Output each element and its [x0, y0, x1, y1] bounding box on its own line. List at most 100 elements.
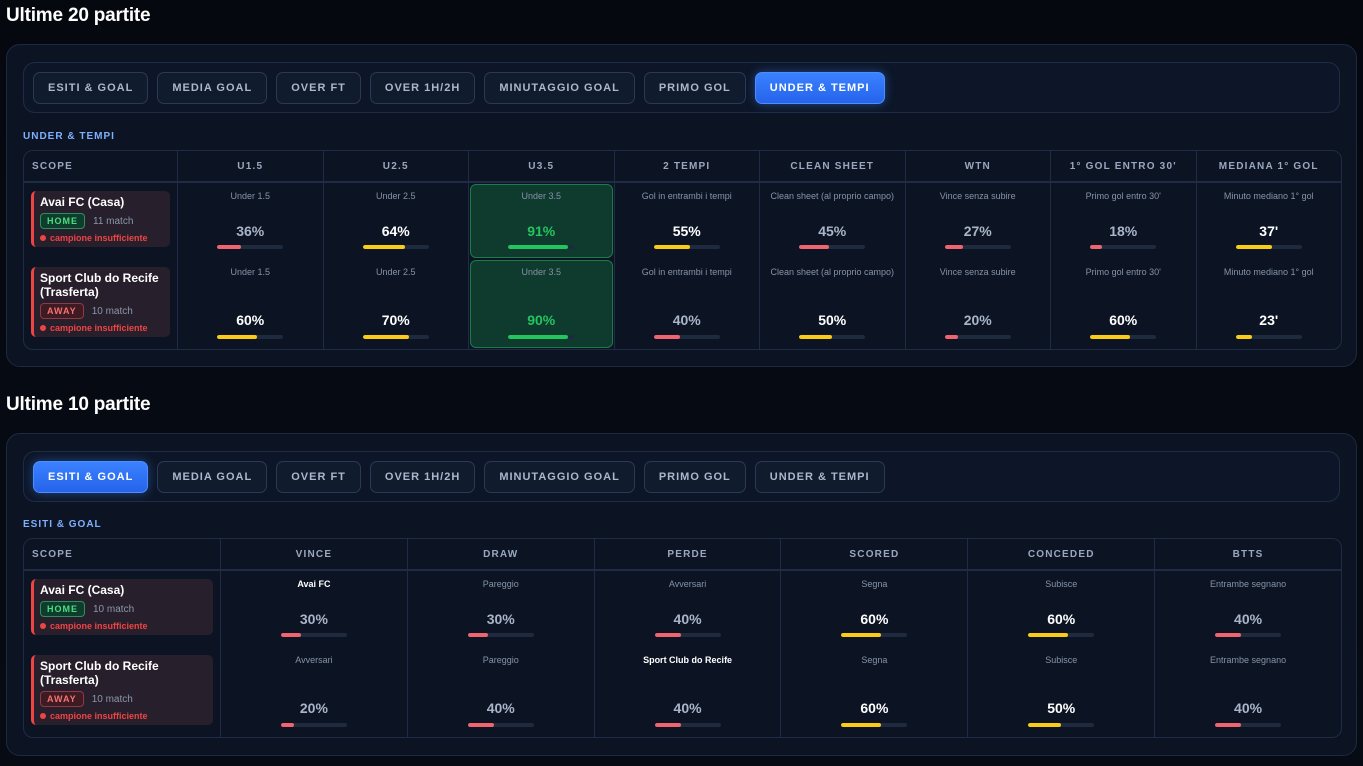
stat-cell: Under 1.5 36%	[177, 182, 323, 259]
stat-cell-content: Entrambe segnano 40%	[1155, 571, 1341, 647]
team-name: Sport Club do Recife (Trasferta)	[40, 271, 159, 299]
tab-esiti-goal[interactable]: ESITI & GOAL	[33, 460, 149, 493]
progress-bar	[1028, 723, 1095, 727]
table-row: Sport Club do Recife (Trasferta) AWAY 10 m…	[24, 259, 1341, 349]
progress-bar-fill	[944, 335, 958, 339]
stat-cell: Gol in entrambi i tempi 55%	[613, 182, 759, 259]
stat-cell-content: Under 1.5 36%	[178, 183, 323, 259]
stat-cell-content: Clean sheet (al proprio campo) 45%	[760, 183, 905, 259]
progress-bar	[1090, 245, 1157, 249]
column-header-draw: DRAW	[406, 539, 594, 570]
stat-label: Pareggio	[482, 655, 519, 665]
stat-value: 50%	[1047, 700, 1076, 716]
stat-label: Gol in entrambi i tempi	[641, 191, 732, 201]
progress-bar	[1028, 633, 1095, 637]
tab-under-tempi[interactable]: UNDER & TEMPI	[754, 71, 885, 104]
stat-label: Minuto mediano 1° gol	[1223, 191, 1314, 201]
tab-over-ft[interactable]: OVER FT	[276, 460, 361, 493]
tab-over-1h-2h[interactable]: OVER 1H/2H	[369, 460, 476, 493]
progress-bar	[1215, 723, 1282, 727]
stat-label: Clean sheet (al proprio campo)	[770, 267, 895, 277]
tab-primo-gol[interactable]: PRIMO GOL	[643, 71, 746, 104]
stat-cell: Clean sheet (al proprio campo) 45%	[759, 182, 905, 259]
progress-bar-fill	[1235, 245, 1273, 249]
stat-cell: Segna 60%	[780, 570, 968, 647]
stat-cell: Gol in entrambi i tempi 40%	[613, 259, 760, 349]
team-name: Sport Club do Recife (Trasferta)	[40, 659, 159, 687]
warning-dot-icon	[40, 325, 46, 331]
tab-media-goal[interactable]: MEDIA GOAL	[157, 71, 268, 104]
progress-bar-fill	[217, 335, 257, 339]
stat-cell: Vince senza subire 20%	[904, 259, 1051, 349]
tab-minutaggio-goal[interactable]: MINUTAGGIO GOAL	[484, 460, 635, 493]
stat-cell-content: Subisce 60%	[968, 571, 1154, 647]
progress-bar-fill	[799, 335, 833, 339]
tabbar-last-10: ESITI & GOAL MEDIA GOAL OVER FT OVER 1H/2H M…	[23, 451, 1340, 502]
stat-value: 70%	[381, 312, 410, 328]
team-name: Avai FC (Casa)	[40, 583, 125, 597]
stat-value: 64%	[381, 223, 410, 239]
stat-value: 90%	[527, 312, 556, 328]
tab-under-tempi[interactable]: UNDER & TEMPI	[754, 460, 885, 493]
table-row: Avai FC (Casa) HOME 10 match campione insuf…	[24, 570, 1341, 647]
tabbar-last-20: ESITI & GOAL MEDIA GOAL OVER FT OVER 1H/2H M…	[23, 62, 1340, 113]
section-title-last-20: Ultime 20 partite	[6, 5, 151, 26]
team-card[interactable]: Sport Club do Recife (Trasferta) AWAY 10 m…	[31, 267, 170, 337]
stat-label: Under 1.5	[230, 191, 271, 201]
stat-cell: Under 2.5 64%	[322, 182, 468, 259]
team-meta: HOME 11 match	[40, 213, 164, 229]
progress-bar-fill	[1235, 335, 1253, 339]
progress-bar-fill	[653, 335, 681, 339]
stat-value: 60%	[1109, 312, 1138, 328]
column-header-u3-5: U3.5	[468, 151, 614, 182]
progress-bar-fill	[799, 245, 829, 249]
stat-value: 23'	[1259, 312, 1279, 328]
stat-cell: Minuto mediano 1° gol 37'	[1195, 182, 1341, 259]
progress-bar-fill	[1028, 633, 1068, 637]
table-row: Avai FC (Casa) HOME 11 match campione insuf…	[24, 182, 1341, 259]
stat-value: 20%	[299, 700, 328, 716]
stat-cell-content: Clean sheet (al proprio campo) 50%	[760, 259, 905, 349]
stat-label: Primo gol entro 30'	[1085, 267, 1161, 277]
stat-cell: Under 3.5 90%	[468, 259, 614, 349]
stat-cell: Avversari 20%	[220, 647, 407, 737]
column-header-perde: PERDE	[593, 539, 781, 570]
tab-over-1h-2h[interactable]: OVER 1H/2H	[369, 71, 476, 104]
stat-cell-content: Primo gol entro 30' 18%	[1051, 183, 1196, 259]
section-title-last-10: Ultime 10 partite	[6, 394, 151, 415]
progress-bar	[1235, 335, 1302, 339]
stat-cell-content: Subisce 50%	[968, 647, 1154, 737]
tab-over-ft[interactable]: OVER FT	[276, 71, 361, 104]
table-row: Sport Club do Recife (Trasferta) AWAY 10 m…	[24, 647, 1341, 737]
stat-cell: Subisce 50%	[967, 647, 1154, 737]
team-card[interactable]: Sport Club do Recife (Trasferta) AWAY 10 m…	[31, 655, 213, 725]
stat-value: 91%	[527, 223, 556, 239]
tab-media-goal[interactable]: MEDIA GOAL	[157, 460, 268, 493]
tab-minutaggio-goal[interactable]: MINUTAGGIO GOAL	[484, 71, 635, 104]
team-card[interactable]: Avai FC (Casa) HOME 11 match campione insuf…	[31, 191, 170, 247]
progress-bar-fill	[841, 723, 881, 727]
warning-dot-icon	[40, 623, 46, 629]
stat-cell: Under 3.5 91%	[468, 182, 614, 259]
stat-cell: Sport Club do Recife 40%	[593, 647, 781, 737]
stat-label: Gol in entrambi i tempi	[641, 267, 732, 277]
team-card[interactable]: Avai FC (Casa) HOME 10 match campione insuf…	[31, 579, 213, 635]
stat-value: 30%	[299, 611, 328, 627]
stat-cell-content: Under 1.5 60%	[178, 259, 323, 349]
stat-value: 27%	[963, 223, 992, 239]
tab-esiti-goal[interactable]: ESITI & GOAL	[33, 71, 149, 104]
table-last-20: SCOPE U1.5 U2.5 U3.5 2 TEMPI CLEAN SHEET WTN 1…	[23, 150, 1342, 350]
match-count: 10 match	[91, 693, 133, 705]
progress-bar-fill	[362, 335, 409, 339]
progress-bar-fill	[217, 245, 241, 249]
progress-bar-fill	[841, 633, 881, 637]
stat-label: Subisce	[1045, 579, 1078, 589]
stat-label: Entrambe segnano	[1210, 655, 1287, 665]
progress-bar	[217, 245, 284, 249]
column-header-btts: BTTS	[1154, 539, 1341, 570]
home-badge: HOME	[40, 213, 85, 229]
progress-bar	[362, 335, 429, 339]
stat-cell-content: Avai FC 30%	[221, 571, 407, 647]
tab-primo-gol[interactable]: PRIMO GOL	[643, 460, 746, 493]
progress-bar	[654, 723, 721, 727]
